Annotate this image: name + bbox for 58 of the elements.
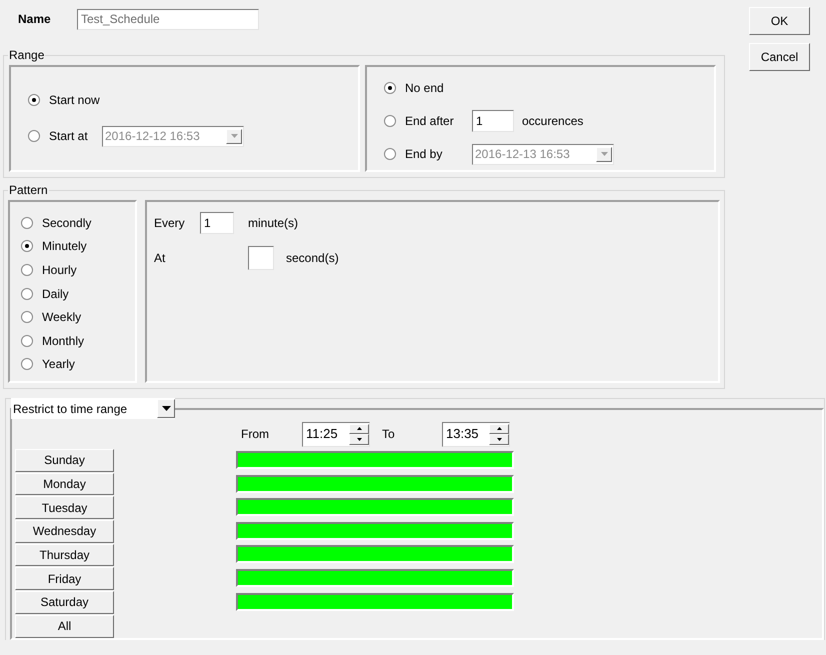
radio-label: Monthly [42,332,84,350]
unit-label: minute(s) [248,215,298,232]
radio-button[interactable] [21,288,33,300]
time-range-bar[interactable] [236,474,514,493]
radio-label: Start now [49,92,101,109]
radio-button[interactable] [21,216,33,229]
radio-button[interactable] [21,264,33,276]
pattern-title: Pattern [8,182,49,199]
time-range-bar[interactable] [236,568,514,587]
radio-label: Minutely [42,238,87,256]
day-button[interactable]: Sunday [15,449,114,472]
radio-label: Daily [42,286,69,303]
day-button[interactable]: Friday [15,567,114,590]
from-label: From [241,426,270,443]
radio-label: End by [405,146,444,163]
unit-label: occurences [522,113,584,130]
spin-arrows-icon[interactable] [349,424,369,444]
radio-button[interactable] [21,334,33,347]
day-button[interactable]: Monday [15,472,114,496]
name-label: Name [18,11,52,28]
radio-button[interactable] [28,94,40,106]
time-spinner[interactable]: 11:25 [302,422,370,446]
spin-arrows-icon[interactable] [489,424,509,444]
day-button[interactable]: Wednesday [15,520,114,543]
radio-button[interactable] [384,115,396,127]
count-field[interactable]: 1 [472,110,514,132]
radio-button[interactable] [21,311,33,324]
unit-label: second(s) [286,250,339,267]
seconds-field[interactable] [248,246,274,270]
day-button[interactable]: Saturday [15,591,114,614]
every-label: Every [154,215,186,232]
radio-label: Weekly [42,309,82,326]
radio-label: Secondly [42,214,92,232]
radio-label: Hourly [42,262,77,279]
interval-field[interactable]: 1 [200,212,234,234]
time-range-bar[interactable] [236,498,514,516]
radio-button[interactable] [21,358,33,370]
to-label: To [382,426,396,443]
radio-label: Yearly [42,356,75,374]
dialog-button[interactable]: Cancel [749,43,810,71]
name-field[interactable]: Test_Schedule [77,8,259,30]
time-range-bar[interactable] [236,592,514,611]
radio-label: End after [405,113,455,130]
day-button[interactable]: Thursday [15,544,114,566]
radio-button[interactable] [384,82,396,94]
radio-label: Start at [49,128,89,145]
time-spinner[interactable]: 13:35 [442,422,510,446]
radio-label: No end [405,80,445,97]
time-range-bar[interactable] [236,545,514,564]
dialog-button[interactable]: OK [749,7,810,35]
time-range-bar[interactable] [236,522,514,540]
at-label: At [154,250,166,267]
restrict-dropdown[interactable]: Restrict to time range [11,398,175,419]
day-button[interactable]: Tuesday [15,496,114,520]
range-title: Range [8,47,46,64]
radio-button[interactable] [21,240,33,252]
all-button[interactable]: All [15,614,114,638]
time-range-bar[interactable] [236,451,514,469]
